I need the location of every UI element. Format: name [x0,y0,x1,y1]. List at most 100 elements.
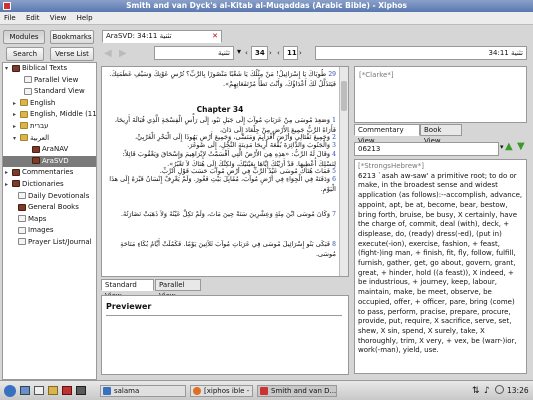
tree-item[interactable]: Prayer List/Journal [3,237,96,249]
task-browser[interactable]: [xiphos ible - Go... [190,385,253,397]
tree-item[interactable]: AraNAV [3,144,96,156]
tree-item-label: English, Middle (11 [30,110,97,119]
back-arrow-icon[interactable]: ◀ [104,48,112,59]
verse-29: 29 طُوبَاكَ يَا إِسْرَائِيلُ! مَنْ مِثْل… [108,70,336,88]
expander-icon[interactable]: ▸ [5,179,12,191]
arrow-down-icon[interactable]: ▼ [517,141,525,152]
verse-value: 11 [287,49,297,57]
tree-item[interactable]: Parallel View [3,75,96,87]
reference-input[interactable]: 34:11 تثنية [315,46,527,60]
verse-text: وَصَعِدَ مُوسَى مِنْ عَرَبَاتِ مُوآبَ إِ… [114,116,336,134]
tree-item[interactable]: Standard View [3,86,96,98]
chevron-down-icon[interactable]: ▾ [500,143,504,151]
volume-icon[interactable]: ♪ [484,386,490,396]
dictionary-module: [*StrongsHebrew*] [358,162,424,170]
expander-icon[interactable]: ▸ [13,121,20,133]
verse-number: 6 [332,176,336,183]
bible-text-panel[interactable]: 29 طُوبَاكَ يَا إِسْرَائِيلُ! مَنْ مِثْل… [101,66,349,277]
dictionary-key-input[interactable]: 06213 [354,142,499,156]
bookmarks-tab[interactable]: Bookmarks [50,30,94,44]
task-salama[interactable]: salama [100,385,186,397]
tab-arasvd[interactable]: AraSVD: 34:11 تثنية ✕ [102,30,222,43]
verse-8: 8 فَبَكَى بَنُو إِسْرَائِيلَ مُوسَى فِي … [108,240,336,258]
book-icon [12,168,20,176]
scroll-thumb[interactable] [341,81,347,111]
task-label: [xiphos ible - Go... [204,387,252,395]
window-title-bar: Smith and van Dyck's al-Kitab al-Muqadda… [0,0,533,12]
verse-text: فَبَكَى بَنُو إِسْرَائِيلَ مُوسَى فِي عَ… [120,240,336,258]
browser-icon [193,387,201,395]
book-icon [32,145,40,153]
close-icon[interactable]: ✕ [212,31,218,42]
tree-item[interactable]: ▸ Commentaries [3,167,96,179]
expander-icon[interactable]: ▸ [13,98,20,110]
verse-1: 1 وَصَعِدَ مُوسَى مِنْ عَرَبَاتِ مُوآبَ … [108,116,336,134]
verse-number: 29 [328,71,336,78]
browser-icon[interactable] [62,386,72,395]
tab-commentary-view[interactable]: Commentary View [354,124,420,145]
tab-book-view[interactable]: Book View [420,124,462,145]
app-launcher-icon[interactable] [76,386,86,395]
tree-item[interactable]: Daily Devotionals [3,191,96,203]
tab-parallel-view[interactable]: Parallel View [155,279,201,300]
tree-item[interactable]: ▾ العربية [3,133,96,145]
menu-file[interactable]: File [0,12,20,25]
folder-icon [20,122,28,130]
menu-view[interactable]: View [46,12,71,25]
tree-item-label: General Books [28,203,79,212]
files-icon[interactable] [48,386,58,395]
chapter-field[interactable]: 34 [251,46,268,60]
tree-item-label: Standard View [34,87,85,96]
verse-field[interactable]: 11 [283,46,298,60]
desktop-icon[interactable] [34,386,44,395]
menu-help[interactable]: Help [73,12,97,25]
verse-number: 8 [332,241,336,248]
tree-item[interactable]: AraSVD [3,155,96,168]
chapter-prev-icon[interactable]: ‹ [245,49,248,57]
forward-arrow-icon[interactable]: ▶ [119,48,127,59]
book-select[interactable]: تثنية [154,46,234,60]
tree-item[interactable]: ▸ עברית [3,121,96,133]
taskbar: salama [xiphos ible - Go... Smith and va… [0,380,533,400]
tree-item[interactable]: ▸ English, Middle (11 [3,109,96,121]
task-label: Smith and van D... [271,387,337,395]
tree-item[interactable]: ▾ Biblical Texts [3,63,96,75]
verse-text: وَدَفَنَهُ فِي الْجِوَاءِ فِي أَرْضِ مُو… [109,175,336,193]
chevron-down-icon[interactable]: ▾ [237,47,241,56]
commentary-panel[interactable]: [*Clarke*] [354,66,527,123]
book-name: تثنية [217,49,230,57]
tree-item-label: Commentaries [22,168,74,177]
verse-text: فَمَاتَ هُنَاكَ مُوسَى عَبْدُ الرَّبِّ ف… [159,167,331,175]
tree-item[interactable]: Images [3,225,96,237]
modules-tab[interactable]: Modules [3,30,45,44]
task-xiphos[interactable]: Smith and van D... [257,385,337,397]
clock: 13:26 [507,386,529,395]
chapter-next-icon[interactable]: › [269,49,272,57]
tab-standard-view[interactable]: Standard View [101,279,154,300]
search-button[interactable]: Search [6,47,44,61]
chapter-value: 34 [255,49,265,57]
terminal-icon[interactable] [20,386,30,395]
expander-icon[interactable]: ▸ [5,167,12,179]
arrow-up-icon[interactable]: ▲ [505,141,513,152]
tree-item[interactable]: Maps [3,214,96,226]
expander-icon[interactable]: ▸ [13,109,20,121]
verse-next-icon[interactable]: › [299,49,302,57]
tree-item[interactable]: General Books [3,202,96,214]
text-scrollbar[interactable] [339,67,348,276]
divider [106,315,342,316]
verse-prev-icon[interactable]: ‹ [277,49,280,57]
network-icon[interactable]: ⇅ [472,386,480,396]
tree-item-label: עברית [30,121,49,130]
dictionary-panel[interactable]: [*StrongsHebrew*] 6213 `asah aw-saw' a p… [354,159,527,374]
expander-icon[interactable]: ▾ [5,63,12,75]
verse-number: 3 [332,142,336,149]
start-menu-icon[interactable] [4,385,16,397]
verse-list-button[interactable]: Verse List [50,47,94,61]
verse-number: 1 [332,117,336,124]
app-icon [3,2,11,10]
menu-edit[interactable]: Edit [22,12,44,25]
tree-item[interactable]: ▸ Dictionaries [3,179,96,191]
expander-icon[interactable]: ▾ [13,133,20,145]
tree-item[interactable]: ▸ English [3,98,96,110]
